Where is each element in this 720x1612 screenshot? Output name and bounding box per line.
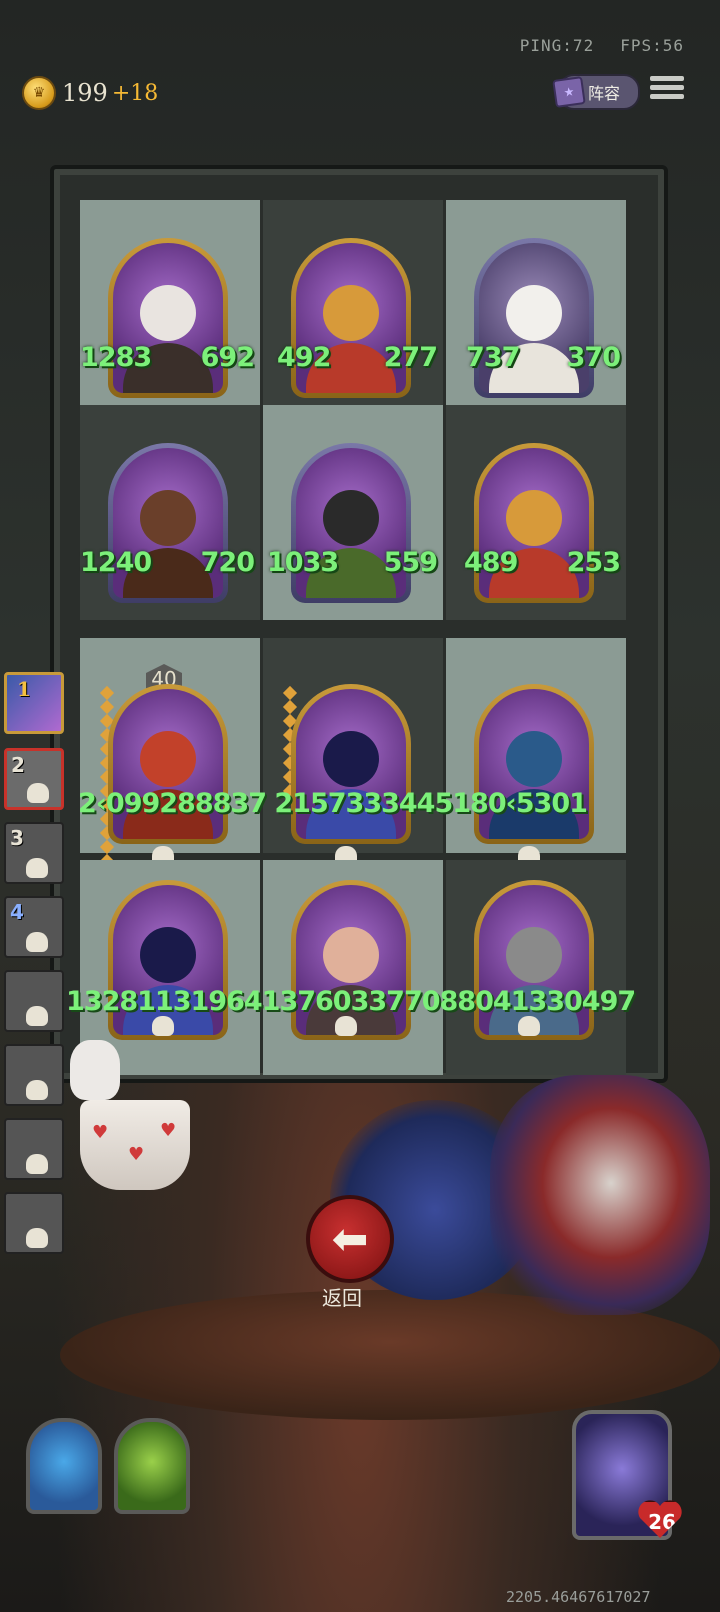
skull-icon xyxy=(26,1228,48,1248)
unit-health: 720 xyxy=(200,547,255,578)
lineup-label: 阵容 xyxy=(588,84,621,103)
back-label: 返回 xyxy=(322,1286,362,1310)
row4-stats-text: 13281131964137603377088041330497 xyxy=(66,986,636,1017)
roster-player-6[interactable] xyxy=(4,1044,64,1106)
roster-player-7[interactable] xyxy=(4,1118,64,1180)
debug-coordinate: 2205.46467617027 xyxy=(506,1588,651,1606)
skull-icon xyxy=(26,1080,48,1100)
board-cell[interactable]: 1033 559 xyxy=(263,405,443,620)
rabbit-figure xyxy=(70,1040,120,1100)
fps-readout: FPS:56 xyxy=(620,36,684,55)
board-cell[interactable] xyxy=(446,860,626,1075)
skull-icon xyxy=(152,1016,174,1036)
bench-unit-2[interactable] xyxy=(114,1418,190,1514)
heart-icon: ♥ xyxy=(128,1144,145,1165)
unit-health: 559 xyxy=(383,547,438,578)
board-cell[interactable] xyxy=(263,860,443,1075)
roster-player-5[interactable] xyxy=(4,970,64,1032)
roster-player-4[interactable]: 4 xyxy=(4,896,64,958)
board-cell[interactable]: 1283 692 xyxy=(80,200,260,415)
bench-unit-1[interactable] xyxy=(26,1418,102,1514)
row3-stats-text: 2‹099288837 2157333445180‹5301 xyxy=(78,788,588,819)
skull-icon xyxy=(26,932,48,952)
top-hud: PING:72 FPS:56 ♛ 199 +18 ★ 阵容 xyxy=(0,0,720,115)
performance-readout: PING:72 FPS:56 xyxy=(494,36,684,55)
gold-counter: ♛ 199 +18 xyxy=(22,76,158,110)
board-cell[interactable] xyxy=(263,638,443,866)
skull-icon xyxy=(26,1154,48,1174)
gold-amount: 199 xyxy=(62,79,108,107)
hero-avatar xyxy=(490,1075,710,1315)
roster-rank: 4 xyxy=(10,900,24,924)
heart-icon: ♥ xyxy=(160,1120,177,1141)
board-cell[interactable]: 1240 720 xyxy=(80,405,260,620)
board-cell[interactable]: 492 277 xyxy=(263,200,443,415)
unit-attack: 1240 xyxy=(80,547,152,578)
unit-card[interactable] xyxy=(108,238,228,398)
board-cell[interactable]: 737 370 xyxy=(446,200,626,415)
heart-icon: ♥ xyxy=(92,1122,109,1143)
unit-attack: 492 xyxy=(277,342,331,373)
board-cell[interactable]: 489 253 xyxy=(446,405,626,620)
roster-player-8[interactable] xyxy=(4,1192,64,1254)
gold-coin-icon: ♛ xyxy=(22,76,56,110)
unit-health: 277 xyxy=(383,342,438,373)
unit-attack: 489 xyxy=(464,547,518,578)
board-grid: 1283 692 492 277 737 370 1240 720 1033 5… xyxy=(80,200,628,1075)
unit-card[interactable] xyxy=(291,684,411,844)
menu-icon-bar xyxy=(650,94,684,99)
menu-button[interactable] xyxy=(650,74,684,104)
board-cell[interactable]: 40 xyxy=(80,638,260,897)
back-button[interactable]: ⬅ xyxy=(306,1195,394,1283)
unit-attack: 737 xyxy=(466,342,520,373)
roster-rank: 3 xyxy=(10,826,24,850)
roster-rank: 1 xyxy=(17,677,31,701)
roster-player-1[interactable]: 1 xyxy=(4,672,64,734)
skull-icon xyxy=(27,783,49,803)
unit-attack: 1283 xyxy=(80,342,152,373)
menu-icon-bar xyxy=(650,85,684,90)
unit-card[interactable] xyxy=(474,443,594,603)
ping-readout: PING:72 xyxy=(519,36,595,55)
menu-icon xyxy=(650,76,684,81)
unit-health: 692 xyxy=(200,342,255,373)
roster-rank: 2 xyxy=(11,753,25,777)
unit-card[interactable] xyxy=(108,443,228,603)
board-cell[interactable] xyxy=(446,638,626,866)
back-arrow-icon: ⬅ xyxy=(331,1213,369,1265)
unit-health: 253 xyxy=(566,547,621,578)
unit-card[interactable] xyxy=(108,684,228,844)
unit-card[interactable] xyxy=(474,238,594,398)
lineup-button[interactable]: ★ 阵容 xyxy=(552,74,640,110)
skull-icon xyxy=(26,1006,48,1026)
unit-attack: 1033 xyxy=(267,547,339,578)
unit-health: 370 xyxy=(566,342,621,373)
teacup-decoration: ♥ ♥ ♥ xyxy=(80,1100,190,1190)
skull-icon xyxy=(518,1016,540,1036)
unit-card[interactable] xyxy=(474,684,594,844)
skull-icon xyxy=(26,858,48,878)
gold-income: +18 xyxy=(111,80,159,106)
roster-player-2[interactable]: 2 xyxy=(4,748,64,810)
unit-card[interactable] xyxy=(291,443,411,603)
skull-icon xyxy=(335,1016,357,1036)
lineup-icon: ★ xyxy=(552,76,586,108)
unit-card[interactable] xyxy=(291,238,411,398)
roster-player-3[interactable]: 3 xyxy=(4,822,64,884)
